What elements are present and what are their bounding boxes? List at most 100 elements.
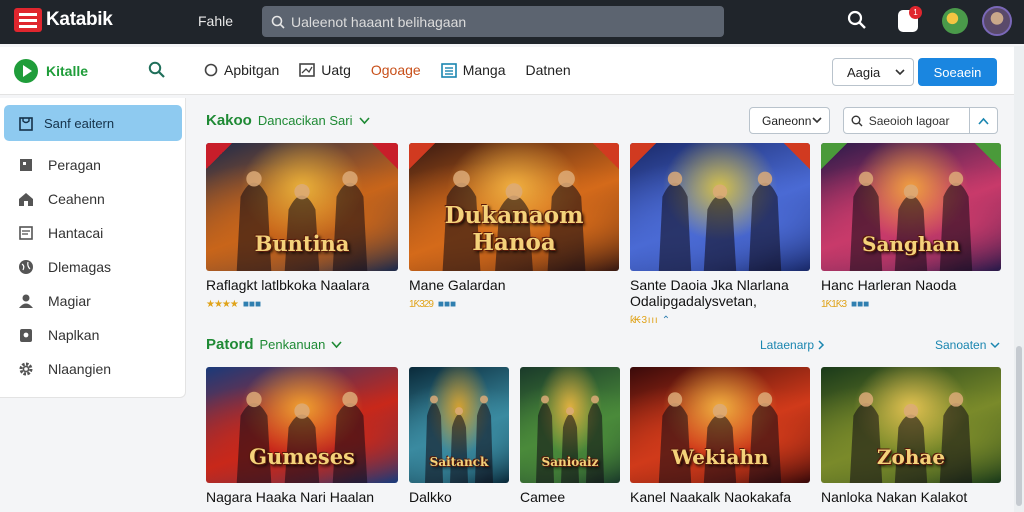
cover-title-art: Dukanaom Hanoa — [444, 202, 584, 256]
cover-title-art: Buntina — [254, 231, 350, 256]
section-search-box[interactable] — [843, 107, 998, 134]
sidebar-item-label: Naplkan — [48, 327, 100, 343]
sidebar-item-label: Nlaangien — [48, 361, 112, 377]
home-icon — [18, 191, 34, 207]
sidebar-item-label: Ceahenn — [48, 191, 105, 207]
corner-ribbon-icon — [206, 143, 232, 169]
view-all-link-right[interactable]: Sanoaten — [935, 338, 1000, 352]
game-title[interactable]: Raflagkt latlbkoka Naalara — [206, 277, 398, 293]
game-title-line: Camee — [520, 489, 566, 505]
game-cover-image[interactable]: Zohae — [821, 367, 1001, 483]
tab-label: Datnen — [525, 62, 571, 78]
sidebar-item-active[interactable]: Sanf eaitern — [4, 105, 182, 141]
game-card[interactable]: Zohae Nanloka Nakan Kalakot — [821, 367, 1001, 505]
chevron-up-icon[interactable] — [968, 108, 997, 133]
sidebar-item-naplkan[interactable]: Naplkan — [0, 318, 186, 352]
game-title[interactable]: Mane Galardan — [409, 277, 619, 293]
view-all-label: Lataenarp — [760, 338, 815, 352]
tab-uatg[interactable]: Uatg — [299, 62, 351, 78]
game-cover-image[interactable]: Sanghan — [821, 143, 1001, 271]
cover-title-art: Sanghan — [862, 232, 960, 256]
user-avatar[interactable] — [982, 6, 1012, 36]
sidebar-item-magiar[interactable]: Magiar — [0, 284, 186, 318]
section-title: Kakoo — [206, 112, 252, 129]
game-card[interactable]: Wekiahn Kanel Naakalk Naokakafa — [630, 367, 810, 505]
game-cover-image[interactable]: Sanioaiz — [520, 367, 620, 483]
tab-label: Manga — [462, 62, 506, 78]
sidebar: Sanf eaitern Peragan Ceahenn Hantacai Dl… — [0, 98, 186, 398]
gear-icon — [18, 361, 34, 377]
tab-datnen[interactable]: Datnen — [526, 62, 571, 78]
sidebar-item-hantacai[interactable]: Hantacai — [0, 216, 186, 250]
game-title[interactable]: Nagara Haaka Nari Haalan — [206, 489, 398, 505]
top-nav-link[interactable]: Fahle — [198, 13, 233, 29]
game-cover-image[interactable] — [630, 143, 810, 271]
section-header-2: Patord Penkanuan — [206, 336, 342, 353]
game-title[interactable]: Hanc Harleran Naoda — [821, 277, 1001, 293]
chevron-down-icon[interactable] — [358, 117, 370, 125]
game-card[interactable]: Sante Daoia Jka Nlarlana Odalipgadalysvet… — [630, 143, 810, 326]
games-icon[interactable] — [942, 8, 968, 34]
tab-manga[interactable]: Manga — [440, 62, 506, 78]
chevron-down-icon[interactable] — [331, 341, 342, 349]
game-cover-image[interactable]: Buntina — [206, 143, 398, 271]
game-cover-image[interactable]: Saitanck — [409, 367, 509, 483]
user-icon — [18, 293, 34, 309]
corner-ribbon-icon — [593, 143, 619, 169]
sort-select[interactable]: Ganeonn — [749, 107, 830, 134]
game-card[interactable]: Sanioaiz Camee — [520, 367, 620, 505]
game-title-line: Kanel Naakalk Naokakafa — [630, 489, 792, 505]
game-card[interactable]: Sanghan Hanc Harleran Naoda 1Ƙ1Ƙ3 ■■■ — [821, 143, 1001, 310]
tab-ogoage[interactable]: Ogoage — [371, 62, 421, 78]
top-search-box[interactable] — [262, 6, 724, 37]
rating-stars: 1Ƙ329 — [409, 299, 434, 310]
corner-ribbon-icon — [821, 143, 847, 169]
cover-title-art: Saitanck — [429, 455, 489, 469]
section-subtitle[interactable]: Penkanuan — [260, 337, 326, 352]
secondary-nav: Kitalle Apbitgan Uatg Ogoage Manga Datne… — [0, 47, 1024, 95]
sidebar-item-ceahenn[interactable]: Ceahenn — [0, 182, 186, 216]
globe-icon — [18, 259, 34, 275]
game-cover-image[interactable]: Wekiahn — [630, 367, 810, 483]
game-cover-image[interactable]: Dukanaom Hanoa — [409, 143, 619, 271]
language-select[interactable]: Aagia — [832, 58, 914, 86]
sidebar-item-dlemagas[interactable]: Dlemagas — [0, 250, 186, 284]
primary-action-button[interactable]: Soeaein — [918, 58, 997, 86]
game-meta: ƙ₭ 3 ı ı ı ⌃ — [630, 315, 810, 326]
view-all-link-center[interactable]: Lataenarp — [760, 338, 825, 352]
game-card[interactable]: Buntina Raflagkt latlbkoka Naalara ★★★★ ■■■ — [206, 143, 398, 310]
play-icon — [14, 59, 38, 83]
sidebar-item-peragan[interactable]: Peragan — [0, 148, 186, 182]
app-logo[interactable]: Katabik — [14, 8, 113, 32]
section-search-input[interactable] — [868, 113, 969, 128]
chevron-down-icon — [812, 117, 822, 124]
chevron-down-icon — [895, 68, 905, 75]
genre-tag: ■■■ — [242, 299, 261, 310]
game-title[interactable]: Sante Daoia Jka Nlarlana Odalipgadalysvet… — [630, 277, 810, 309]
game-title[interactable]: Nanloka Nakan Kalakot — [821, 489, 1001, 505]
game-title[interactable]: Kanel Naakalk Naokakafa — [630, 489, 810, 505]
section-subtitle[interactable]: Dancacikan Sari — [258, 113, 353, 128]
top-search-input[interactable] — [291, 13, 711, 30]
chevron-down-icon — [990, 341, 1000, 348]
corner-ribbon-icon — [372, 143, 398, 169]
scrollbar-thumb[interactable] — [1016, 346, 1022, 506]
sidebar-item-label: Peragan — [48, 157, 101, 173]
sidebar-item-nlaangien[interactable]: Nlaangien — [0, 352, 186, 386]
game-card[interactable]: Saitanck Dalkko — [409, 367, 509, 505]
language-select-value: Aagia — [847, 64, 881, 80]
section-header-1: Kakoo Dancacikan Sari — [206, 112, 370, 129]
search-icon[interactable] — [148, 61, 166, 79]
game-title[interactable]: Camee — [520, 489, 620, 505]
tab-apbitgan[interactable]: Apbitgan — [204, 62, 279, 78]
cover-title-art: Gumeses — [249, 444, 355, 469]
secondary-brand[interactable]: Kitalle — [14, 59, 88, 83]
game-title[interactable]: Dalkko — [409, 489, 509, 505]
sidebar-item-label: Magiar — [48, 293, 91, 309]
game-title-line: Mane Galardan — [409, 277, 506, 293]
notification-badge: 1 — [909, 6, 922, 19]
game-card[interactable]: Gumeses Nagara Haaka Nari Haalan — [206, 367, 398, 505]
game-cover-image[interactable]: Gumeses — [206, 367, 398, 483]
search-icon[interactable] — [847, 9, 867, 31]
game-card[interactable]: Dukanaom Hanoa Mane Galardan 1Ƙ329 ■■■ — [409, 143, 619, 310]
